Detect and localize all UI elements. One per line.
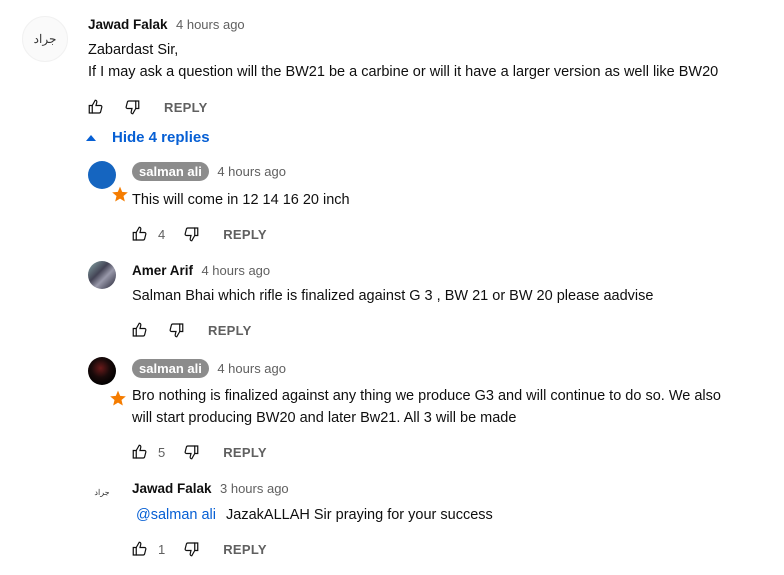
star-badge-icon	[110, 390, 126, 406]
hide-replies-button[interactable]: Hide 4 replies	[86, 129, 210, 146]
thumb-down-icon	[184, 227, 199, 242]
reply-actions: 4 REPLY	[128, 222, 267, 246]
hide-replies-label: Hide 4 replies	[112, 129, 210, 146]
dislike-button[interactable]	[179, 537, 203, 561]
mention-link[interactable]: @salman ali	[136, 507, 216, 523]
reply-button[interactable]: REPLY	[223, 542, 267, 557]
reply-button[interactable]: REPLY	[164, 100, 208, 115]
thumb-down-icon	[184, 445, 199, 460]
star-badge-icon	[112, 186, 128, 202]
reply-button[interactable]: REPLY	[223, 445, 267, 460]
reply-actions: 1 REPLY	[128, 537, 267, 561]
thumb-up-icon	[88, 99, 103, 114]
comment-time[interactable]: 4 hours ago	[176, 17, 245, 32]
reply-body: Salman Bhai which rifle is finalized aga…	[132, 288, 654, 304]
reply-body: This will come in 12 14 16 20 inch	[132, 192, 350, 208]
like-button[interactable]	[128, 440, 152, 464]
avatar[interactable]: جراد	[89, 479, 115, 505]
like-button[interactable]	[128, 537, 152, 561]
reply-text: JazakALLAH Sir praying for your success	[226, 507, 493, 523]
dislike-button[interactable]	[120, 95, 144, 119]
reply-time[interactable]: 4 hours ago	[217, 361, 286, 376]
thumb-up-icon	[132, 444, 147, 459]
dislike-button[interactable]	[179, 440, 203, 464]
reply-author[interactable]: Amer Arif	[132, 263, 193, 278]
thumb-up-icon	[132, 541, 147, 556]
reply-header: salman ali 4 hours ago	[132, 162, 286, 181]
reply-author[interactable]: Jawad Falak	[132, 481, 212, 496]
comment-line: If I may ask a question will the BW21 be…	[88, 64, 719, 80]
reply-actions: 5 REPLY	[128, 440, 267, 464]
comment-body: Zabardast Sir, If I may ask a question w…	[88, 39, 768, 83]
creator-author-chip[interactable]: salman ali	[132, 359, 209, 378]
reply-time[interactable]: 3 hours ago	[220, 481, 289, 496]
comment-author[interactable]: Jawad Falak	[88, 17, 168, 32]
like-button[interactable]	[128, 318, 152, 342]
like-count: 4	[158, 226, 166, 242]
reply-time[interactable]: 4 hours ago	[217, 164, 286, 179]
reply-actions: REPLY	[128, 318, 252, 342]
avatar-calligraphy: جراد	[94, 487, 110, 497]
reply-line: Bro nothing is finalized against any thi…	[132, 388, 721, 404]
avatar[interactable]: جراد	[22, 16, 68, 62]
reply-time[interactable]: 4 hours ago	[201, 263, 270, 278]
avatar[interactable]	[88, 261, 116, 289]
reply-header: Amer Arif 4 hours ago	[132, 262, 270, 280]
reply-line: will start producing BW20 and later Bw21…	[132, 410, 517, 426]
reply-header: salman ali 4 hours ago	[132, 359, 286, 378]
thumb-down-icon	[169, 323, 184, 338]
like-count: 5	[158, 444, 166, 460]
thumb-up-icon	[132, 322, 147, 337]
thumb-up-icon	[132, 226, 147, 241]
comment-line: Zabardast Sir,	[88, 42, 179, 58]
like-button[interactable]	[128, 222, 152, 246]
thumb-down-icon	[125, 100, 140, 115]
like-count: 1	[158, 541, 166, 557]
reply-button[interactable]: REPLY	[208, 323, 252, 338]
dislike-button[interactable]	[179, 222, 203, 246]
comment-header: Jawad Falak 4 hours ago	[88, 16, 245, 34]
avatar[interactable]	[88, 357, 116, 385]
reply-body: @salman ali JazakALLAH Sir praying for y…	[136, 504, 493, 526]
reply-body: Bro nothing is finalized against any thi…	[132, 385, 772, 429]
avatar-calligraphy: جراد	[33, 32, 57, 46]
reply-header: Jawad Falak 3 hours ago	[132, 480, 289, 498]
caret-up-icon	[86, 134, 96, 141]
comment-actions: REPLY	[84, 95, 208, 119]
dislike-button[interactable]	[164, 318, 188, 342]
creator-author-chip[interactable]: salman ali	[132, 162, 209, 181]
thumb-down-icon	[184, 542, 199, 557]
reply-button[interactable]: REPLY	[223, 227, 267, 242]
like-button[interactable]	[84, 95, 108, 119]
